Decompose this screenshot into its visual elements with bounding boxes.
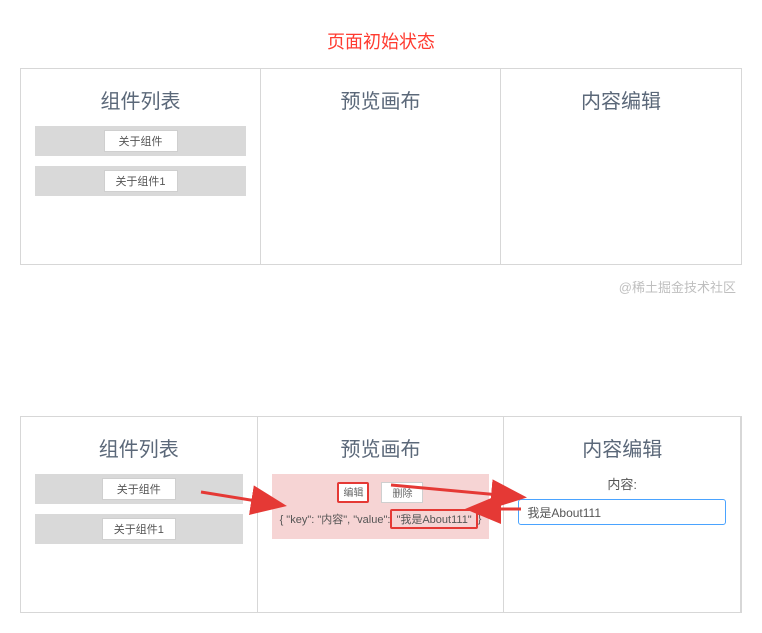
watermark: @稀土掘金技术社区 [20, 277, 736, 296]
col-head-list: 组件列表 [21, 69, 260, 126]
col-component-list: 组件列表 关于组件 关于组件1 [21, 69, 261, 264]
component-item-label: 关于组件1 [104, 170, 178, 192]
component-item-label: 关于组件 [104, 130, 178, 152]
component-item[interactable]: 关于组件 [35, 474, 243, 504]
edit-button[interactable]: 编辑 [337, 482, 369, 503]
preview-json: { "key": "内容", "value": "我是About111" } [280, 509, 482, 529]
initial-state-grid: 组件列表 关于组件 关于组件1 预览画布 内容编辑 [20, 68, 742, 265]
col-head-preview: 预览画布 [261, 69, 500, 126]
component-item[interactable]: 关于组件 [35, 126, 246, 156]
page-title-initial: 页面初始状态 [20, 28, 742, 54]
col-head-editor: 内容编辑 [504, 417, 740, 474]
preview-dropped-item: 编辑 删除 { "key": "内容", "value": "我是About11… [272, 474, 490, 539]
component-item[interactable]: 关于组件1 [35, 166, 246, 196]
col-head-editor: 内容编辑 [501, 69, 741, 126]
editor-field-label: 内容: [504, 474, 740, 493]
col-content-editor: 内容编辑 内容: [504, 417, 741, 612]
col-head-preview: 预览画布 [258, 417, 504, 474]
component-item[interactable]: 关于组件1 [35, 514, 243, 544]
col-component-list: 组件列表 关于组件 关于组件1 [21, 417, 258, 612]
content-input[interactable] [518, 499, 726, 525]
delete-button[interactable]: 删除 [381, 482, 423, 503]
col-preview-canvas: 预览画布 [261, 69, 501, 264]
col-preview-canvas: 预览画布 编辑 删除 { "key": "内容", "value": "我是Ab… [258, 417, 505, 612]
col-content-editor: 内容编辑 [501, 69, 741, 264]
active-state-grid: 组件列表 关于组件 关于组件1 预览画布 编辑 删除 { "key": "内容"… [20, 416, 742, 613]
json-suffix: } [478, 513, 482, 525]
col-head-list: 组件列表 [21, 417, 257, 474]
json-value-highlight: "我是About111" [390, 509, 477, 529]
json-prefix: { "key": "内容", "value": [280, 511, 391, 527]
component-item-label: 关于组件 [102, 478, 176, 500]
component-item-label: 关于组件1 [102, 518, 176, 540]
